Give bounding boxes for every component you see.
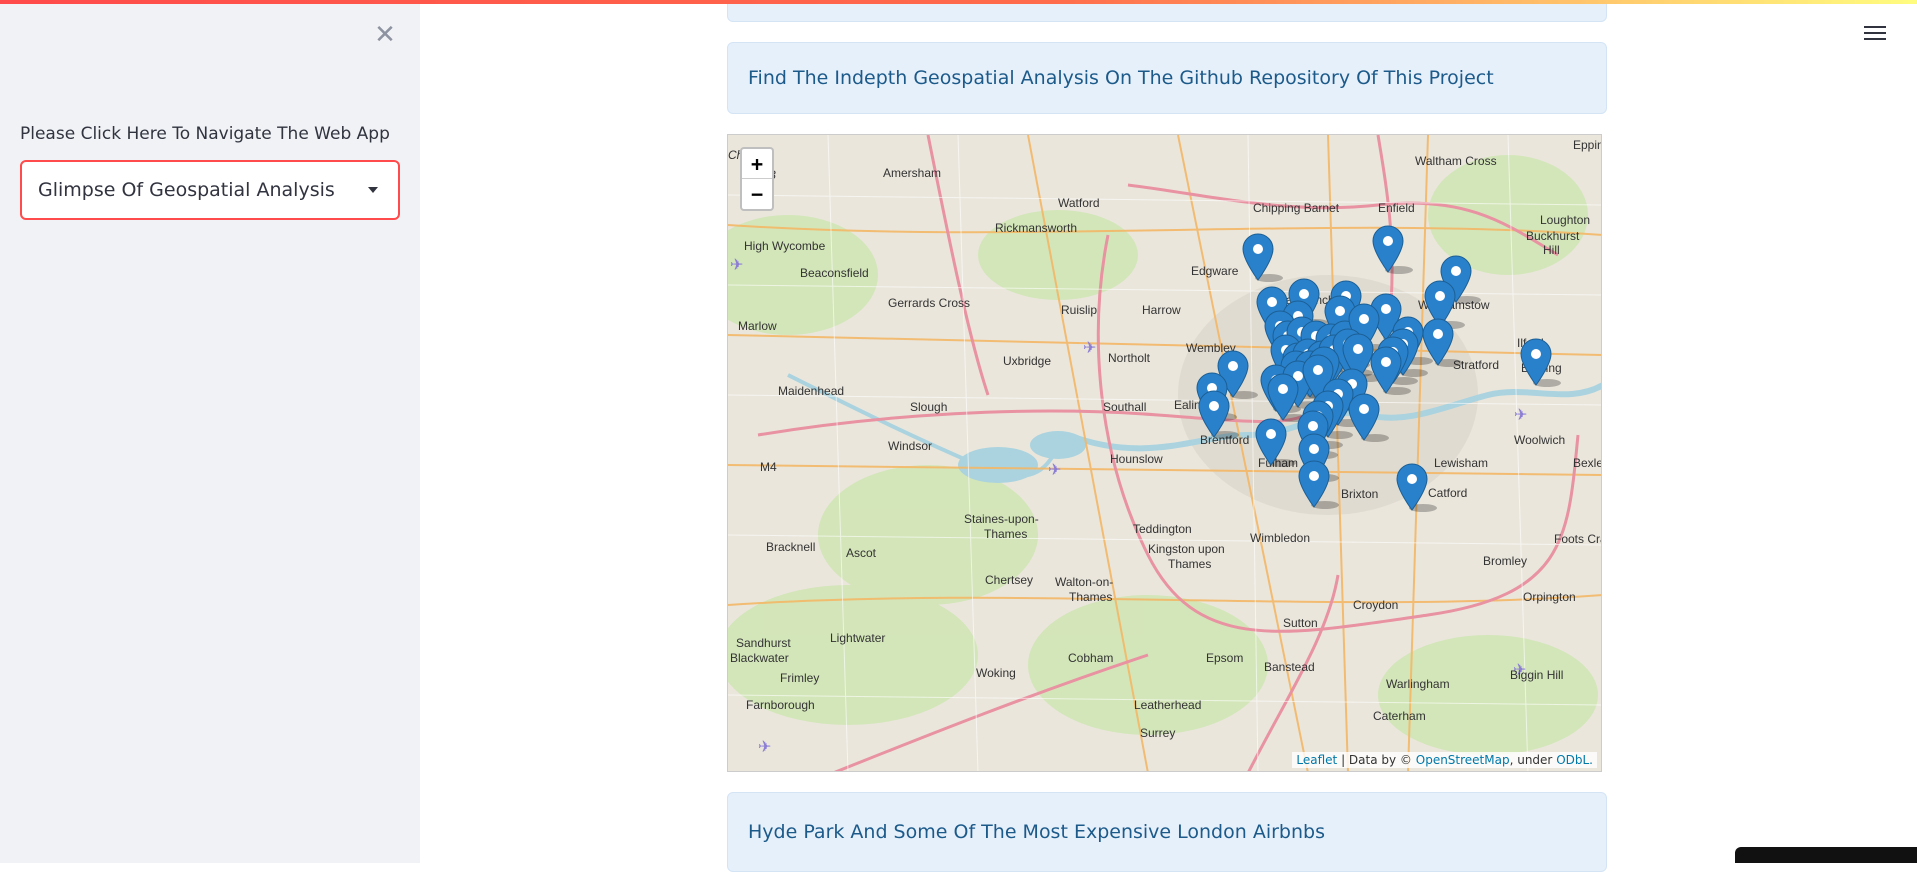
map-place-label: Hill: [1543, 243, 1560, 257]
map-place-label: Thames: [984, 527, 1027, 541]
map-place-label: Rickmansworth: [995, 221, 1077, 235]
map-place-label: Ruislip: [1061, 303, 1097, 317]
chevron-down-icon: [368, 187, 378, 193]
page-select-value: Glimpse Of Geospatial Analysis: [38, 179, 335, 201]
map-place-label: Bracknell: [766, 540, 815, 554]
map-place-label: M4: [760, 460, 777, 474]
map-canvas[interactable]: ✈ ✈ ✈ ✈ ✈ ✈ ChilternAONBAmershamWaltham …: [728, 135, 1602, 772]
map-place-label: Edgware: [1191, 264, 1239, 278]
attribution-under: , under: [1509, 753, 1557, 767]
airport-icon: ✈: [1514, 405, 1527, 424]
map-place-label: Orpington: [1523, 590, 1576, 604]
map-place-label: Enfield: [1378, 201, 1415, 215]
map-place-label: Staines-upon-: [964, 512, 1039, 526]
map-place-label: Sutton: [1283, 616, 1318, 630]
airport-icon: ✈: [1083, 338, 1096, 357]
map-place-label: Teddington: [1133, 522, 1192, 536]
airport-icon: ✈: [1048, 460, 1061, 479]
map-place-label: Buckhurst: [1526, 229, 1580, 243]
map-place-label: Epsom: [1206, 651, 1243, 665]
nav-label: Please Click Here To Navigate The Web Ap…: [20, 124, 390, 144]
info-box-github: Find The Indepth Geospatial Analysis On …: [727, 42, 1607, 114]
map-place-label: Wimbledon: [1250, 531, 1310, 545]
map-place-label: Lightwater: [830, 631, 885, 645]
map-place-label: Biggin Hill: [1510, 668, 1563, 682]
hamburger-menu-icon[interactable]: [1862, 22, 1888, 44]
map-place-label: Hounslow: [1110, 452, 1163, 466]
airport-icon: ✈: [758, 737, 771, 756]
map-place-label: Lewisham: [1434, 456, 1488, 470]
info-text-hyde-park: Hyde Park And Some Of The Most Expensive…: [748, 821, 1325, 843]
map-container[interactable]: ✈ ✈ ✈ ✈ ✈ ✈ ChilternAONBAmershamWaltham …: [727, 134, 1602, 772]
map-place-label: Croydon: [1353, 598, 1398, 612]
map-place-label: Loughton: [1540, 213, 1590, 227]
map-place-label: Southall: [1103, 400, 1146, 414]
map-place-label: Frimley: [780, 671, 819, 685]
map-place-label: Uxbridge: [1003, 354, 1051, 368]
map-place-label: Woking: [976, 666, 1016, 680]
map-place-label: Catford: [1428, 486, 1467, 500]
map-place-label: Warlingham: [1386, 677, 1450, 691]
map-place-label: Chipping Barnet: [1253, 201, 1340, 215]
top-decoration-bar: [0, 0, 1917, 4]
page-select[interactable]: Glimpse Of Geospatial Analysis: [20, 160, 400, 220]
zoom-out-button[interactable]: −: [742, 179, 772, 209]
map-place-label: Cobham: [1068, 651, 1113, 665]
sidebar: ✕ Please Click Here To Navigate The Web …: [0, 0, 420, 863]
openstreetmap-link[interactable]: OpenStreetMap: [1416, 753, 1510, 767]
map-place-label: Marlow: [738, 319, 777, 333]
map-attribution: Leaflet | Data by © OpenStreetMap, under…: [1292, 752, 1597, 768]
airport-icon: ✈: [730, 255, 743, 274]
map-place-label: Epping: [1573, 138, 1602, 152]
map-place-label: Windsor: [888, 439, 932, 453]
map-place-label: Surrey: [1140, 726, 1175, 740]
info-text-github: Find The Indepth Geospatial Analysis On …: [748, 67, 1494, 89]
bottom-corner-bar: [1735, 847, 1917, 863]
leaflet-link[interactable]: Leaflet: [1296, 753, 1337, 767]
map-place-label: Amersham: [883, 166, 941, 180]
zoom-control: + −: [740, 147, 774, 211]
map-place-label: High Wycombe: [744, 239, 826, 253]
close-sidebar-icon[interactable]: ✕: [370, 20, 400, 50]
map-place-label: Gerrards Cross: [888, 296, 970, 310]
map-place-label: Ascot: [846, 546, 877, 560]
attribution-text: | Data by ©: [1337, 753, 1416, 767]
map-place-label: Northolt: [1108, 351, 1151, 365]
map-place-label: Watford: [1058, 196, 1100, 210]
map-place-label: Leatherhead: [1134, 698, 1201, 712]
map-place-label: Banstead: [1264, 660, 1315, 674]
map-place-label: Foots Cra: [1554, 532, 1602, 546]
map-place-label: Slough: [910, 400, 947, 414]
map-place-label: Bexle: [1573, 456, 1602, 470]
map-place-label: Kingston upon: [1148, 542, 1225, 556]
map-place-label: Bromley: [1483, 554, 1527, 568]
map-place-label: Farnborough: [746, 698, 815, 712]
map-place-label: Harrow: [1142, 303, 1181, 317]
map-place-label: Woolwich: [1514, 433, 1565, 447]
map-place-label: Brixton: [1341, 487, 1378, 501]
map-place-label: Blackwater: [730, 651, 789, 665]
map-place-label: Walton-on-: [1055, 575, 1113, 589]
odbl-link[interactable]: ODbL.: [1556, 753, 1593, 767]
map-place-label: Thames: [1168, 557, 1211, 571]
map-place-label: Caterham: [1373, 709, 1426, 723]
info-box-hyde-park: Hyde Park And Some Of The Most Expensive…: [727, 792, 1607, 872]
map-place-label: Maidenhead: [778, 384, 844, 398]
map-place-label: Chertsey: [985, 573, 1033, 587]
map-place-label: Beaconsfield: [800, 266, 869, 280]
zoom-in-button[interactable]: +: [742, 149, 772, 179]
map-place-label: Waltham Cross: [1415, 154, 1497, 168]
map-place-label: Thames: [1069, 590, 1112, 604]
map-place-label: Sandhurst: [736, 636, 791, 650]
